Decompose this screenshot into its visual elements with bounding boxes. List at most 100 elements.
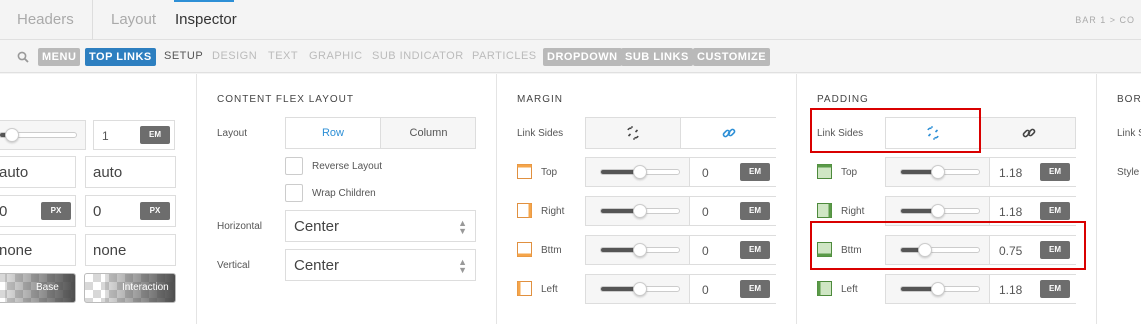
highlight-padding-bottom [810,221,1086,270]
unlink-sides-button[interactable] [586,118,681,148]
margin-right-label: Right [541,206,565,217]
tab-headers[interactable]: Headers [17,11,74,28]
unit-em-button[interactable]: EM [1040,280,1070,298]
slider-knob[interactable] [633,165,647,179]
breadcrumb[interactable]: BAR 1 > CO [1075,15,1135,25]
subnav-design[interactable]: DESIGN [212,50,257,62]
slider-knob[interactable] [931,204,945,218]
col-border: BORI Link S Style [1097,74,1141,324]
link-sides-toggle [585,117,776,149]
col-flex-layout: CONTENT FLEX LAYOUT Layout Row Column Re… [197,74,497,324]
unit-em-button[interactable]: EM [1040,163,1070,181]
slider-knob[interactable] [633,243,647,257]
wrap-children-label: Wrap Children [312,188,376,199]
unit-em-button[interactable]: EM [740,241,770,259]
height-input[interactable]: auto [85,156,176,188]
reverse-layout-label: Reverse Layout [312,161,383,172]
vertical-select[interactable]: Center ▲ ▼ [285,249,476,281]
margin-bottom-label: Bttm [541,245,562,256]
layout-column-button[interactable]: Column [381,118,476,148]
interaction-color-swatch[interactable]: Interaction [84,273,176,303]
subnav-text[interactable]: TEXT [268,50,298,62]
divider [92,0,93,40]
style-label: Style [1117,167,1140,178]
col-margin: MARGIN Link Sides Top 0 EM Right 0 EM Bt… [497,74,797,324]
section-title: CONTENT FLEX LAYOUT [217,94,354,105]
search-icon[interactable] [17,50,29,68]
subnav-menu[interactable]: MENU [38,48,81,66]
tab-inspector[interactable]: Inspector [175,11,237,28]
tab-layout[interactable]: Layout [111,11,156,28]
margin-bottom-icon [517,242,532,257]
subnav-sub-indicator[interactable]: SUB INDICATOR [372,50,464,62]
slider-knob[interactable] [633,282,647,296]
unit-px-button[interactable]: PX [41,202,71,220]
unit-em-button[interactable]: EM [740,163,770,181]
margin-top-field: 0 EM [585,157,776,187]
horizontal-select[interactable]: Center ▲ ▼ [285,210,476,242]
select-arrows-icon: ▲ ▼ [458,218,467,236]
max-height-input[interactable]: none [85,234,176,266]
select-arrows-icon: ▲ ▼ [458,257,467,275]
subnav-top-links[interactable]: TOP LINKS [85,48,156,66]
size-value-field[interactable]: 1 EM [93,120,175,150]
margin-left-icon [517,281,532,296]
slider-knob[interactable] [931,282,945,296]
unit-em-button[interactable]: EM [740,202,770,220]
size-slider-field [0,120,86,150]
subnav-setup[interactable]: SETUP [164,50,203,62]
layout-row-button[interactable]: Row [286,118,381,148]
slider-knob[interactable] [633,204,647,218]
sub-nav: MENU TOP LINKS SETUP DESIGN TEXT GRAPHIC… [0,41,1141,73]
link-sides-button[interactable] [681,118,776,148]
margin-top-icon [517,164,532,179]
min-width-input[interactable]: 0 PX [0,195,76,227]
unit-em-button[interactable]: EM [740,280,770,298]
padding-top-label: Top [841,167,858,178]
margin-left-label: Left [541,284,558,295]
margin-right-field: 0 EM [585,196,776,226]
subnav-customize[interactable]: CUSTOMIZE [693,48,771,66]
base-color-swatch[interactable]: Base [0,273,76,303]
slider-knob[interactable] [931,165,945,179]
padding-right-label: Right [841,206,865,217]
layout-toggle: Row Column [285,117,476,149]
vertical-label: Vertical [217,260,250,271]
unit-em-button[interactable]: EM [140,126,170,144]
slider-knob[interactable] [5,128,19,142]
highlight-link-sides [810,108,981,153]
top-bar: Headers Layout Inspector BAR 1 > CO [0,0,1141,40]
unit-em-button[interactable]: EM [1040,202,1070,220]
padding-right-icon [817,203,832,218]
padding-left-field: 1.18 EM [885,274,1076,304]
wrap-children-checkbox[interactable] [285,184,303,202]
subnav-dropdown[interactable]: DROPDOWN [543,48,622,66]
reverse-layout-checkbox[interactable] [285,157,303,175]
unit-px-button[interactable]: PX [140,202,170,220]
width-input[interactable]: auto [0,156,76,188]
subnav-graphic[interactable]: GRAPHIC [309,50,363,62]
col-padding: PADDING Link Sides Top 1.18 EM Right 1.1… [797,74,1097,324]
link-sides-button[interactable] [981,118,1076,148]
horizontal-label: Horizontal [217,221,263,232]
link-icon [722,128,735,138]
min-height-input[interactable]: 0 PX [85,195,176,227]
max-width-input[interactable]: none [0,234,76,266]
section-title: BORI [1117,94,1141,105]
padding-left-label: Left [841,284,858,295]
inspector-panels: 1 EM auto auto 0 PX 0 PX none none Base [0,74,1141,324]
padding-left-icon [817,281,832,296]
margin-left-field: 0 EM [585,274,776,304]
section-title: PADDING [817,94,869,105]
link-icon [1022,128,1035,138]
col-sizing: 1 EM auto auto 0 PX 0 PX none none Base [0,74,197,324]
subnav-particles[interactable]: PARTICLES [472,50,537,62]
section-title: MARGIN [517,94,563,105]
active-tab-indicator [174,0,234,2]
subnav-arrow [151,48,156,66]
link-sides-label: Link Sides [517,128,564,139]
margin-right-icon [517,203,532,218]
layout-label: Layout [217,128,248,139]
padding-top-field: 1.18 EM [885,157,1076,187]
subnav-sub-links[interactable]: SUB LINKS [621,48,693,66]
